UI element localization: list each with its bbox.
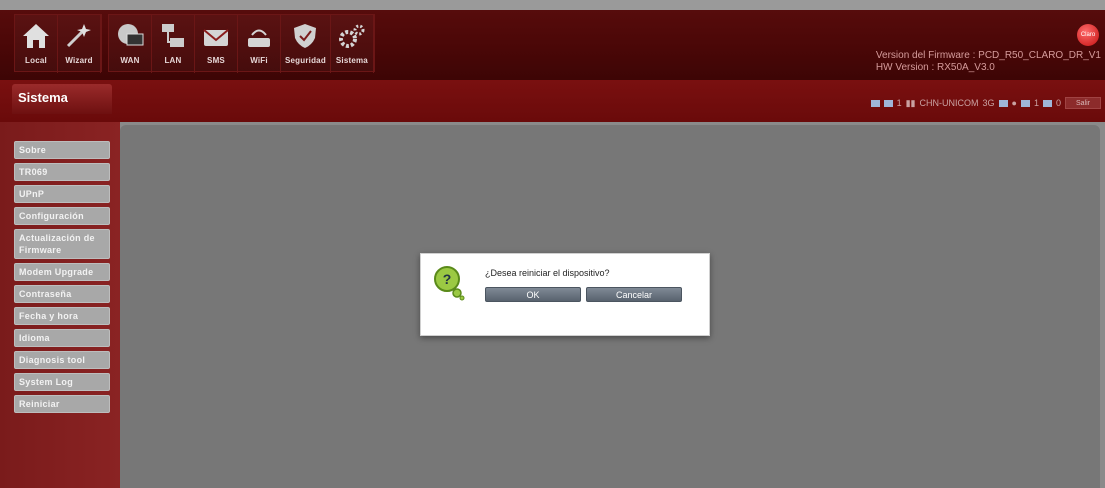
claro-logo: Claro <box>1077 24 1099 46</box>
sidebar-item-tr069[interactable]: TR069 <box>14 163 110 181</box>
globe-monitor-icon <box>113 19 147 53</box>
sidebar-item-configuracion[interactable]: Configuración <box>14 207 110 225</box>
logout-button[interactable]: Salir <box>1065 97 1101 109</box>
nav-wifi-label: WiFi <box>250 56 268 65</box>
computer-icon <box>870 99 880 107</box>
nav-seguridad[interactable]: Seguridad <box>281 15 331 73</box>
sidebar-item-upnp[interactable]: UPnP <box>14 185 110 203</box>
sidebar-menu: Sobre TR069 UPnP Configuración Actualiza… <box>14 141 110 417</box>
nav-lan-label: LAN <box>164 56 182 65</box>
nav-local[interactable]: Local <box>15 15 58 73</box>
dialog-message: ¿Desea reiniciar el dispositivo? <box>485 268 610 278</box>
logo-text: Claro <box>1080 32 1096 38</box>
message-count-1: 1 <box>1033 98 1039 108</box>
top-header: Local Wizard WAN LAN SMS WiFi Seguridad … <box>0 0 1105 80</box>
nav-wan-label: WAN <box>120 56 140 65</box>
cancel-button[interactable]: Cancelar <box>586 287 682 302</box>
sidebar-item-system-log[interactable]: System Log <box>14 373 110 391</box>
sms-count: 1 <box>896 98 902 108</box>
nav-seguridad-label: Seguridad <box>285 56 326 65</box>
svg-text:?: ? <box>443 271 452 287</box>
network-icon <box>156 19 190 53</box>
nav-sistema[interactable]: Sistema <box>331 15 374 73</box>
sms-icon <box>883 99 893 107</box>
message-icon-2 <box>1042 99 1052 107</box>
home-icon <box>19 19 53 53</box>
nav-local-label: Local <box>25 56 47 65</box>
sidebar-item-contrasena[interactable]: Contraseña <box>14 285 110 303</box>
signal-icon: ▮▮ <box>905 97 916 108</box>
confirm-dialog: ? ¿Desea reiniciar el dispositivo? OK Ca… <box>420 253 710 336</box>
shield-icon <box>288 19 322 53</box>
nav-wizard[interactable]: Wizard <box>58 15 101 73</box>
nav-lan[interactable]: LAN <box>152 15 195 73</box>
sidebar-item-diagnosis-tool[interactable]: Diagnosis tool <box>14 351 110 369</box>
battery-icon <box>998 99 1008 107</box>
globe-icon: ● <box>1011 98 1017 108</box>
sidebar-item-modem-upgrade[interactable]: Modem Upgrade <box>14 263 110 281</box>
nav-group-basic: Local Wizard <box>14 14 102 73</box>
nav-wizard-label: Wizard <box>65 56 93 65</box>
network-tech: 3G <box>982 98 995 108</box>
nav-group-advanced: WAN LAN SMS WiFi Seguridad Sistema <box>108 14 375 73</box>
nav-wan[interactable]: WAN <box>109 15 152 73</box>
sidebar-item-idioma[interactable]: Idioma <box>14 329 110 347</box>
question-icon: ? <box>431 265 467 301</box>
envelope-icon <box>199 19 233 53</box>
nav-sistema-label: Sistema <box>335 56 368 65</box>
main-nav: Local Wizard WAN LAN SMS WiFi Seguridad … <box>14 14 381 73</box>
hw-version: HW Version : RX50A_V3.0 <box>875 62 995 73</box>
page-title: Sistema <box>12 84 112 114</box>
nav-wifi[interactable]: WiFi <box>238 15 281 73</box>
firmware-version: Version del Firmware : PCD_R50_CLARO_DR_… <box>875 50 1101 61</box>
sidebar-item-reiniciar[interactable]: Reiniciar <box>14 395 110 413</box>
sidebar-item-sobre[interactable]: Sobre <box>14 141 110 159</box>
nav-sms-label: SMS <box>207 56 225 65</box>
wifi-router-icon <box>242 19 276 53</box>
firmware-info: Version del Firmware : PCD_R50_CLARO_DR_… <box>876 50 1101 74</box>
message-icon <box>1020 99 1030 107</box>
sidebar-item-fecha-hora[interactable]: Fecha y hora <box>14 307 110 325</box>
wizard-icon <box>62 19 96 53</box>
network-name: CHN-UNICOM <box>919 98 979 108</box>
ok-button[interactable]: OK <box>485 287 581 302</box>
nav-sms[interactable]: SMS <box>195 15 238 73</box>
status-bar: 1 ▮▮ CHN-UNICOM 3G ● 1 0 Salir <box>870 96 1101 110</box>
gears-icon <box>335 19 369 53</box>
message-count-2: 0 <box>1055 98 1061 108</box>
sidebar-item-actualizacion-firmware[interactable]: Actualización de Firmware <box>14 229 110 259</box>
